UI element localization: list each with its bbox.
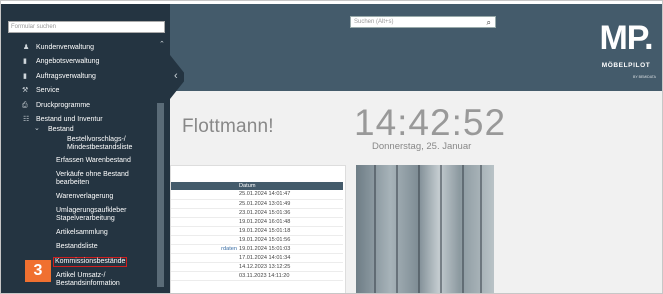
step-badge: 3 [25,260,51,282]
photo-detail [418,165,420,294]
photo-detail [396,165,398,294]
sidebar-item-auftragsverwaltung[interactable]: Auftragsverwaltung [36,73,96,81]
row-date: 17.01.2024 14:01:34 [239,253,343,263]
table-row[interactable]: 03.11.2023 14:11:20 [171,271,343,281]
chevron-down-icon[interactable]: ⌄ [34,124,40,132]
row-text [171,235,239,245]
wrench-icon: ⚒ [22,87,29,94]
clock-date: Donnerstag, 25. Januar [372,141,472,152]
sidebar-item-erfassen-warenbestand[interactable]: Erfassen Warenbestand [56,157,131,165]
dashboard-photo [356,165,494,294]
global-search-input[interactable]: Suchen (Alt+s) ⌕ [350,16,496,28]
table-row[interactable]: 19.01.2024 15:01:56 [171,235,343,245]
sidebar-item-angebotsverwaltung[interactable]: Angebotsverwaltung [36,58,99,66]
row-date: 14.12.2023 13:12:25 [239,262,343,272]
sidebar-scrollbar[interactable] [157,103,164,287]
sidebar-item-druckprogramme[interactable]: Druckprogramme [36,102,90,110]
sidebar-item-umlagerungsaufkleber[interactable]: Umlagerungsaufkleber Stapelverarbeitung [56,207,126,223]
app-window: Suchen (Alt+s) ⌕ MP. MÖBELPILOT BY BEMID… [0,0,663,294]
sidebar-item-bestandsliste[interactable]: Bestandsliste [56,243,98,251]
clock-time: 14:42:52 [354,102,507,143]
row-text [171,199,239,209]
chevron-up-icon[interactable]: ⌃ [159,40,165,48]
sidebar-item-service[interactable]: Service [36,87,59,95]
document-icon: ▮ [23,73,27,80]
row-text [171,226,239,236]
table-row[interactable]: 19.01.2024 16:01:48 [171,217,343,227]
sidebar-item-kommissionsbestaende[interactable]: Kommissionsbestände [53,257,128,267]
row-date: 03.11.2023 14:11:20 [239,271,343,281]
logo-by: BY BEMIDATA [633,75,656,79]
recent-forms-table: Datum 25.01.2024 14:01:47 25.01.2024 13:… [171,182,343,281]
photo-detail [480,165,482,294]
recent-forms-card: Datum 25.01.2024 14:01:47 25.01.2024 13:… [170,165,346,294]
inventory-icon: ☷ [23,116,30,123]
row-text [171,208,239,218]
table-row[interactable]: 25.01.2024 14:01:47 [171,190,343,200]
row-text [171,271,239,281]
form-search-input[interactable]: Formular suchen [8,21,165,33]
photo-detail [374,165,376,294]
document-icon: ▮ [23,58,27,65]
table-row[interactable]: 14.12.2023 13:12:25 [171,262,343,272]
logo-mark: MP. [599,19,653,57]
table-header-blank [171,182,239,190]
chevron-left-icon[interactable]: ‹ [174,70,178,82]
row-date: 19.01.2024 15:01:03 [239,244,343,254]
sidebar-item-warenverlagerung[interactable]: Warenverlagerung [56,193,113,201]
sidebar-item-artikel-umsatz[interactable]: Artikel Umsatz-/ Bestandsinformation [56,272,120,288]
row-date: 23.01.2024 15:01:36 [239,208,343,218]
sidebar-item-bestellvorschlagsliste[interactable]: Bestellvorschlags-/ Mindestbestandsliste [67,136,132,152]
row-date: 19.01.2024 15:01:18 [239,226,343,236]
table-row[interactable]: 17.01.2024 14:01:34 [171,253,343,263]
sidebar-item-bestand[interactable]: Bestand [48,126,74,134]
row-text[interactable]: rdaten [171,244,239,254]
printer-icon: ⎙ [22,102,28,109]
photo-detail [440,165,442,294]
table-header-datum: Datum [239,182,343,190]
table-row[interactable]: 25.01.2024 13:01:49 [171,199,343,209]
row-text [171,217,239,227]
table-row[interactable]: rdaten 19.01.2024 15:01:03 [171,244,343,254]
row-date: 25.01.2024 13:01:49 [239,199,343,209]
table-row[interactable]: 19.01.2024 15:01:18 [171,226,343,236]
search-icon[interactable]: ⌕ [487,18,491,28]
user-icon: ♟ [23,44,30,51]
table-row[interactable]: 23.01.2024 15:01:36 [171,208,343,218]
sidebar-item-verkaeufe-ohne-bestand[interactable]: Verkäufe ohne Bestand bearbeiten [56,171,129,187]
row-text [171,262,239,272]
sidebar-item-kundenverwaltung[interactable]: Kundenverwaltung [36,44,94,52]
photo-detail [462,165,464,294]
sidebar-item-bestand-und-inventur[interactable]: Bestand und Inventur [36,116,103,124]
row-date: 19.01.2024 15:01:56 [239,235,343,245]
table-header-row: Datum [171,182,343,190]
row-text [171,190,239,200]
moebelpilot-logo: MP. MÖBELPILOT BY BEMIDATA [596,18,656,79]
global-search-placeholder: Suchen (Alt+s) [354,19,394,25]
logo-name: MÖBELPILOT [601,62,651,69]
row-date: 25.01.2024 14:01:47 [239,190,343,200]
row-text [171,253,239,263]
sidebar-item-artikelsammlung[interactable]: Artikelsammlung [56,229,108,237]
form-search-placeholder: Formular suchen [11,24,57,30]
row-date: 19.01.2024 16:01:48 [239,217,343,227]
greeting-text: Flottmann! [182,116,274,137]
